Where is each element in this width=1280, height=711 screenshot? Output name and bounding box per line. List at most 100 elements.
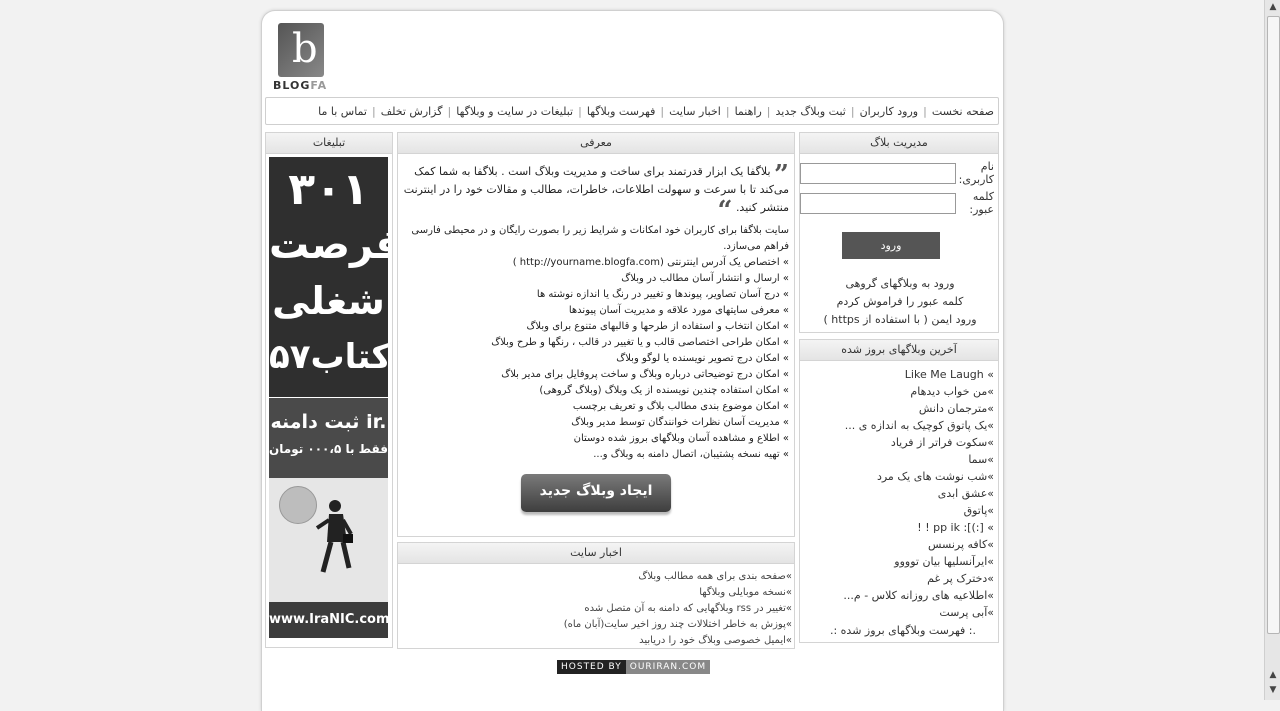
list-item[interactable]: »تغییر در rss وبلاگهایی که دامنه به آن م… [564,601,792,617]
scrollbar-thumb[interactable] [1267,16,1280,634]
logo-mark: b [278,23,324,77]
nav-separator: | [725,104,730,118]
ads-box: تبلیغات ۳۰۱ فرصت شغلی کتاب۵۷ ثبت دامنه i… [265,132,393,648]
list-item[interactable]: » Like Me Laugh [843,366,994,383]
logo-letter: b [292,26,318,72]
intro-box: معرفی ” بلاگفا یک ابزار قدرتمند برای ساخ… [397,132,795,537]
ad-line: کتاب۵۷ [269,337,388,377]
main-nav: صفحه نخست | ورود کاربران | ثبت وبلاگ جدی… [265,97,999,125]
password-row: کلمه عبور: [800,190,994,216]
ad-line: ۳۰۱ [288,164,369,215]
intro-description: سایت بلاگفا برای کاربران خود امکانات و ش… [411,225,789,252]
updated-blogs-all-link[interactable]: .: فهرست وبلاگهای بروز شده :. [830,624,976,637]
forgot-password-link[interactable]: کلمه عبور را فراموش کردم [800,295,1000,308]
nav-separator: | [447,104,452,118]
businessman-icon [315,500,353,573]
domain-ad-header: ثبت دامنه ir. فقط با ۰۰۰،۵ تومان [269,398,388,478]
list-item[interactable]: »صفحه بندی برای همه مطالب وبلاگ [564,569,792,585]
scroll-down-icon[interactable]: ▲ [1267,670,1279,682]
list-item[interactable]: »عشق ابدی [843,485,994,502]
feature-item: » امکان طراحی اختصاصی قالب و یا تغییر در… [491,337,789,348]
password-input[interactable] [800,192,956,214]
list-item[interactable]: »من خواب دیدهام [843,383,994,400]
list-item[interactable]: » [:)]: pp ik ! ! [843,519,994,536]
username-row: نام کاربری: [800,160,994,186]
feature-item: » امکان استفاده چندین نویسنده از یک وبلا… [539,385,789,396]
feature-item: » ارسال و انتشار آسان مطالب در وبلاگ [621,273,789,284]
scroll-up-icon[interactable]: ▲ [1267,2,1279,14]
ad-line: شغلی [272,279,385,323]
logo-text-main: BLOG [273,79,311,92]
nav-blog-list[interactable]: فهرست وبلاگها [587,105,656,118]
create-blog-button[interactable]: ایجاد وبلاگ جدید [521,474,671,512]
list-item[interactable]: »کافه پرنسس [843,536,994,553]
scroll-down-icon[interactable]: ▼ [1267,685,1279,697]
nav-help[interactable]: راهنما [735,105,762,118]
page-container: b BLOGFA صفحه نخست | ورود کاربران | ثبت … [261,10,1004,711]
domain-ad-title: ثبت دامنه ir. [270,411,387,433]
nav-separator: | [371,104,376,118]
blogfa-logo[interactable]: b BLOGFA [272,23,328,93]
username-input[interactable] [800,162,956,184]
nav-home[interactable]: صفحه نخست [932,105,994,118]
list-item[interactable]: »سما [843,451,994,468]
hosted-by-badge[interactable]: HOSTED BY OURIRAN.COM [557,660,711,674]
nav-separator: | [850,104,855,118]
list-item[interactable]: »مترجمان دانش [843,400,994,417]
list-item[interactable]: »آبی پرست [843,604,994,621]
list-item[interactable]: »نسخه موبایلی وبلاگها [564,585,792,601]
header: b BLOGFA [262,11,1003,97]
updated-blogs-box: آخرین وبلاگهای بروز شده » Like Me Laugh … [799,339,999,643]
features-list: » اختصاص یک آدرس اینترنتی (http://yourna… [491,255,789,463]
intro-quote: ” بلاگفا یک ابزار قدرتمند برای ساخت و مد… [403,162,789,224]
nav-contact[interactable]: تماس با ما [318,105,367,118]
feature-item: » امکان انتخاب و استفاده از طرحها و قالب… [526,321,789,332]
hosted-by-host: OURIRAN.COM [625,660,711,674]
list-item[interactable]: »دخترک پر غم [843,570,994,587]
feature-item: » اختصاص یک آدرس اینترنتی (http://yourna… [512,257,789,268]
feature-item: » تهیه نسخه پشتیبان، اتصال دامنه به وبلا… [593,449,789,460]
feature-item: » امکان درج توضیحاتی درباره وبلاگ و ساخت… [501,369,789,380]
list-item[interactable]: »پوزش به خاطر اختلالات چند روز اخیر سایت… [564,617,792,633]
list-item[interactable]: »سکوت فراتر از فریاد [843,434,994,451]
ad-line: فرصت [269,222,388,268]
list-item[interactable]: »ایرآنسلیها بیان توووو [843,553,994,570]
quote-close-icon: “ [717,196,733,226]
nav-report-abuse[interactable]: گزارش تخلف [381,105,443,118]
logo-text-accent: FA [310,79,328,92]
nav-separator: | [578,104,582,118]
nav-separator: | [660,104,665,118]
feature-item: » امکان موضوع بندی مطالب بلاگ و تعریف بر… [572,401,789,412]
vertical-scrollbar[interactable]: ▲ ▲ ▼ [1264,0,1280,700]
secure-login-link[interactable]: ورود ایمن ( با استفاده از https ) [800,313,1000,326]
username-label: نام کاربری: [958,160,994,186]
list-item[interactable]: »ایمیل خصوصی وبلاگ خود را دریابید [564,633,792,649]
updated-blogs-list: » Like Me Laugh »من خواب دیدهام »مترجمان… [843,366,994,621]
feature-item: » اطلاع و مشاهده آسان وبلاگهای بروز شده … [573,433,789,444]
site-news-list: »صفحه بندی برای همه مطالب وبلاگ »نسخه مو… [564,569,792,649]
list-item[interactable]: »شب نوشت های یک مرد [843,468,994,485]
nav-advertising[interactable]: تبلیغات در سایت و وبلاگها [456,105,573,118]
nav-login[interactable]: ورود کاربران [860,105,919,118]
blog-management-box: مدیریت بلاگ نام کاربری: کلمه عبور: ورود … [799,132,999,333]
feature-item: » معرفی سایتهای مورد علاقه و مدیریت آسان… [568,305,789,316]
domain-ad-url: www.IraNIC.com [269,602,388,638]
list-item[interactable]: »اطلاعیه های روزانه کلاس - م... [843,587,994,604]
globe-icon [279,486,317,524]
blog-management-title: مدیریت بلاگ [800,133,998,154]
nav-news[interactable]: اخبار سایت [669,105,721,118]
job-ad-banner[interactable]: ۳۰۱ فرصت شغلی کتاب۵۷ [269,157,388,397]
ads-title: تبلیغات [266,133,392,154]
feature-item: » درج آسان تصاویر، پیوندها و تغییر در رن… [536,289,789,300]
nav-register[interactable]: ثبت وبلاگ جدید [776,105,846,118]
nav-separator: | [923,104,927,118]
list-item[interactable]: »پاتوق [843,502,994,519]
updated-blogs-title: آخرین وبلاگهای بروز شده [800,340,998,361]
group-blogs-login-link[interactable]: ورود به وبلاگهای گروهی [800,277,1000,290]
login-button[interactable]: ورود [842,232,940,259]
nav-separator: | [766,104,771,118]
password-label: کلمه عبور: [969,190,994,216]
domain-ad-banner[interactable]: ثبت دامنه ir. فقط با ۰۰۰،۵ تومان www.Ira… [269,398,388,638]
list-item[interactable]: »یک پاتوق کوچیک به اندازه ی ... [843,417,994,434]
site-news-box: اخبار سایت »صفحه بندی برای همه مطالب وبل… [397,542,795,649]
